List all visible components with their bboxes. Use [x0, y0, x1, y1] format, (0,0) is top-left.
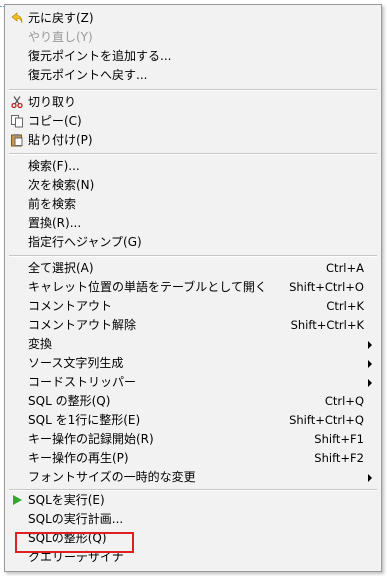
menu-item-label: SQL の整形(Q)	[28, 394, 111, 408]
menu-separator	[9, 89, 377, 91]
menu-item-label: 貼り付け(P)	[28, 133, 93, 147]
menu-item-sql-execution-plan[interactable]: SQLの実行計画...	[6, 510, 380, 529]
menu-item-shortcut: Shift+Ctrl+K	[290, 318, 364, 332]
copy-icon	[10, 114, 24, 128]
menu-item-temporary-font-size[interactable]: フォントサイズの一時的な変更	[6, 468, 380, 487]
menu-item-label: 全て選択(A)	[28, 261, 94, 275]
menu-item-shortcut: Shift+F2	[314, 451, 364, 465]
menu-item-undo[interactable]: 元に戻す(Z)	[6, 9, 380, 28]
submenu-arrow-icon	[368, 474, 372, 482]
highlight-box	[15, 532, 134, 553]
menu-item-label: やり直し(Y)	[28, 30, 93, 44]
paste-icon	[10, 133, 24, 147]
menu-item-play-key-recording[interactable]: キー操作の再生(P) Shift+F2	[6, 449, 380, 468]
menu-item-label: SQLを実行(E)	[28, 493, 105, 507]
submenu-arrow-icon	[368, 341, 372, 349]
menu-item-label: 検索(F)...	[28, 159, 80, 173]
menu-item-sql-format-one-line[interactable]: SQL を1行に整形(E) Shift+Ctrl+Q	[6, 411, 380, 430]
menu-item-execute-sql[interactable]: SQLを実行(E)	[6, 491, 380, 510]
menu-item-label: 前を検索	[28, 197, 77, 211]
menu-item-shortcut: Ctrl+K	[326, 299, 364, 313]
menu-item-label: 元に戻す(Z)	[28, 11, 94, 25]
menu-item-label: 復元ポイントへ戻す...	[28, 68, 148, 82]
menu-item-goto-line[interactable]: 指定行へジャンプ(G)	[6, 233, 380, 252]
menu-item-code-stripper[interactable]: コードストリッパー	[6, 373, 380, 392]
menu-separator	[9, 153, 377, 155]
menu-item-shortcut: Shift+F1	[314, 432, 364, 446]
menu-item-shortcut: Ctrl+A	[326, 261, 364, 275]
menu-item-comment-out[interactable]: コメントアウト Ctrl+K	[6, 297, 380, 316]
undo-icon	[10, 11, 24, 25]
menu-item-redo[interactable]: やり直し(Y)	[6, 28, 380, 47]
submenu-arrow-icon	[368, 379, 372, 387]
menu-item-find-previous[interactable]: 前を検索	[6, 195, 380, 214]
menu-item-label: コードストリッパー	[28, 375, 137, 389]
menu-item-add-restore-point[interactable]: 復元ポイントを追加する...	[6, 47, 380, 66]
menu-item-label: 次を検索(N)	[28, 178, 95, 192]
menu-item-label: コピー(C)	[28, 114, 82, 128]
menu-item-select-all[interactable]: 全て選択(A) Ctrl+A	[6, 259, 380, 278]
menu-item-label: キー操作の記録開始(R)	[28, 432, 154, 446]
menu-item-shortcut: Ctrl+Q	[324, 394, 364, 408]
menu-separator	[9, 255, 377, 257]
menu-item-sql-format[interactable]: SQL の整形(Q) Ctrl+Q	[6, 392, 380, 411]
menu-item-copy[interactable]: コピー(C)	[6, 112, 380, 131]
scissors-icon	[10, 95, 24, 109]
menu-item-start-key-recording[interactable]: キー操作の記録開始(R) Shift+F1	[6, 430, 380, 449]
menu-item-label: コメントアウト解除	[28, 318, 137, 332]
menu-item-replace[interactable]: 置換(R)...	[6, 214, 380, 233]
menu-item-uncomment[interactable]: コメントアウト解除 Shift+Ctrl+K	[6, 316, 380, 335]
menu-item-label: コメントアウト	[28, 299, 113, 313]
menu-item-label: キー操作の再生(P)	[28, 451, 129, 465]
menu-item-paste[interactable]: 貼り付け(P)	[6, 131, 380, 150]
play-icon	[10, 493, 24, 507]
menu-item-label: 指定行へジャンプ(G)	[28, 235, 142, 249]
menu-item-label: 復元ポイントを追加する...	[28, 49, 172, 63]
menu-item-convert[interactable]: 変換	[6, 335, 380, 354]
menu-item-label: ソース文字列生成	[28, 356, 124, 370]
menu-item-find-next[interactable]: 次を検索(N)	[6, 176, 380, 195]
menu-item-shortcut: Shift+Ctrl+Q	[289, 413, 364, 427]
menu-item-label: 切り取り	[28, 95, 77, 109]
menu-item-label: 置換(R)...	[28, 216, 82, 230]
menu-item-cut[interactable]: 切り取り	[6, 93, 380, 112]
menu-item-label: キャレット位置の単語をテーブルとして開く	[28, 280, 267, 294]
menu-item-label: SQL を1行に整形(E)	[28, 413, 141, 427]
menu-item-shortcut: Shift+Ctrl+O	[289, 280, 364, 294]
edit-context-menu: 元に戻す(Z) やり直し(Y) 復元ポイントを追加する... 復元ポイントへ戻す…	[4, 4, 382, 572]
menu-item-revert-restore-point[interactable]: 復元ポイントへ戻す...	[6, 66, 380, 85]
submenu-arrow-icon	[368, 360, 372, 368]
menu-item-source-string-generation[interactable]: ソース文字列生成	[6, 354, 380, 373]
menu-item-find[interactable]: 検索(F)...	[6, 157, 380, 176]
menu-item-label: フォントサイズの一時的な変更	[28, 470, 196, 484]
menu-item-label: 変換	[28, 337, 53, 351]
menu-item-open-word-as-table[interactable]: キャレット位置の単語をテーブルとして開く Shift+Ctrl+O	[6, 278, 380, 297]
menu-item-label: SQLの実行計画...	[28, 512, 124, 526]
